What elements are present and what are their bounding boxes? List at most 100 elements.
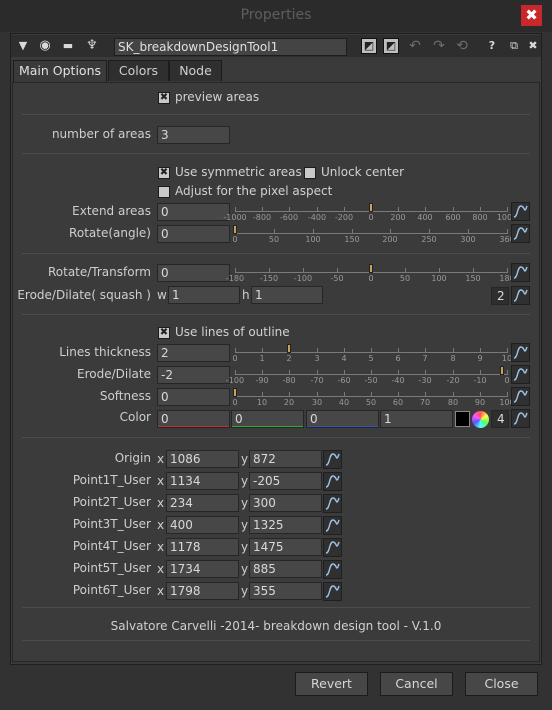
adjust-pixel-aspect-checkbox[interactable] [158,186,170,198]
curve-icon[interactable] [323,582,342,601]
point-label: Point4T_User [72,539,151,553]
curve-icon[interactable] [511,202,530,221]
point-x-input[interactable]: 400 [166,516,239,534]
point-y-input[interactable]: -205 [249,472,322,490]
point-x-input[interactable]: 1178 [166,538,239,556]
slider-tick-label: 600 [445,213,461,222]
point-x-input[interactable]: 1734 [166,560,239,578]
point-x-input[interactable]: 1134 [166,472,239,490]
point-y-input[interactable]: 872 [249,450,322,468]
slider-tick-label: 50 [268,235,280,244]
preview-areas-checkbox[interactable]: ✖ [158,92,170,104]
h-label: h [242,288,250,302]
curve-icon[interactable] [323,516,342,535]
lines-thickness-slider[interactable]: 0 1 2 3 4 5 6 7 8 9 10 [232,342,512,364]
erode-dilate-slider[interactable]: -100 -90 -80 -70 -60 -50 -40 -30 -20 -10 0 [226,364,510,386]
slider-tick-label: -800 [252,213,272,222]
use-lines-outline-label: Use lines of outline [175,325,290,339]
curve-icon[interactable] [511,343,530,362]
cancel-button[interactable]: Cancel [380,672,453,696]
close-panel-icon[interactable]: ✖ [524,37,542,55]
rotate-angle-input[interactable]: 0 [157,225,230,243]
close-window-icon[interactable]: ✖ [521,5,542,26]
y-label: y [241,452,249,466]
slider-knob[interactable] [233,388,237,397]
tab-main-options[interactable]: Main Options [13,60,107,83]
circle-icon[interactable]: ◉ [36,37,54,55]
tab-colors[interactable]: Colors [108,60,169,81]
float-icon[interactable]: ⧉ [505,37,523,55]
undo-icon[interactable]: ↶ [406,37,424,55]
use-lines-outline-checkbox[interactable]: ✖ [158,327,170,339]
point-y-input[interactable]: 1475 [249,538,322,556]
pin-icon[interactable]: ▬ [59,37,77,55]
slider-tick [317,370,318,374]
color-g-value: 0 [235,412,243,426]
slider-tick-label: 150 [344,235,360,244]
erode-dilate-input[interactable]: -2 [157,366,230,384]
curve-icon[interactable] [511,263,530,282]
rotate-transform-input[interactable]: 0 [157,264,230,282]
softness-input[interactable]: 0 [157,388,230,406]
number-of-areas-input[interactable]: 3 [157,126,230,144]
slider-tick [507,392,508,396]
curve-icon[interactable] [323,538,342,557]
point-x-input[interactable]: 1086 [166,450,239,468]
color-b-input[interactable]: 0 [306,410,379,428]
tab-node[interactable]: Node [169,60,222,81]
revert-icon[interactable]: ⟲ [453,37,471,55]
curve-icon[interactable] [323,472,342,491]
point-y-input[interactable]: 885 [249,560,322,578]
color-a-input[interactable]: 1 [380,410,453,428]
color-channels-count[interactable]: 4 [491,410,509,428]
curve-icon[interactable] [511,224,530,243]
curve-icon[interactable] [511,286,530,305]
point-y-input[interactable]: 355 [249,582,322,600]
rotate-transform-slider[interactable]: -180 -150 -100 -50 0 50 100 150 180 [226,262,515,284]
unlock-center-checkbox[interactable] [304,167,316,179]
color-wheel-icon[interactable] [472,411,489,428]
node-color-icon[interactable]: ◩ [361,38,377,54]
slider-knob[interactable] [287,344,291,353]
extend-areas-input[interactable]: 0 [157,203,230,221]
color-swatch[interactable] [455,411,470,427]
curve-icon[interactable] [323,494,342,513]
rotate-angle-slider[interactable]: 0 50 100 150 200 250 300 360 [232,223,515,245]
revert-button[interactable]: Revert [295,672,368,696]
color-g-input[interactable]: 0 [231,410,304,428]
point-x-input[interactable]: 1798 [166,582,239,600]
node-name-field[interactable]: SK_breakdownDesignTool1 [114,38,347,56]
color-r-input[interactable]: 0 [157,410,230,428]
curve-icon[interactable] [511,409,530,428]
slider-knob[interactable] [369,203,373,212]
close-button[interactable]: Close [465,672,538,696]
credit-text: Salvatore Carvelli -2014- breakdown desi… [110,619,442,633]
softness-slider[interactable]: 0 10 20 30 40 50 60 70 80 90 100 [232,386,515,408]
use-symmetric-areas-checkbox[interactable]: ✖ [158,167,170,179]
curve-icon[interactable] [511,387,530,406]
slider-knob[interactable] [500,366,504,375]
slider-tick-label: -60 [337,376,351,385]
slider-tick [317,392,318,396]
erode-w-input[interactable]: 1 [168,286,240,304]
slider-tick [344,392,345,396]
redo-icon[interactable]: ↷ [430,37,448,55]
extend-areas-slider[interactable]: -1000 -800 -600 -400 -200 0 200 400 600 800 1000 [223,201,517,223]
erode-h-input[interactable]: 1 [251,286,323,304]
collapse-icon[interactable]: ▼ [14,37,32,55]
lines-thickness-input[interactable]: 2 [157,344,230,362]
curve-icon[interactable] [323,450,342,469]
point-y-input[interactable]: 1325 [249,516,322,534]
slider-knob[interactable] [233,225,237,234]
wrench-icon[interactable]: ♆ [83,37,101,55]
x-label: x [157,474,165,488]
point-y-input[interactable]: 300 [249,494,322,512]
help-icon[interactable]: ? [483,37,501,55]
views-count[interactable]: 2 [491,287,509,305]
point-x-input[interactable]: 234 [166,494,239,512]
curve-icon[interactable] [511,365,530,384]
curve-icon[interactable] [323,560,342,579]
y-label: y [241,518,249,532]
gradient-icon[interactable]: ◩ [383,38,399,54]
slider-knob[interactable] [369,264,373,273]
